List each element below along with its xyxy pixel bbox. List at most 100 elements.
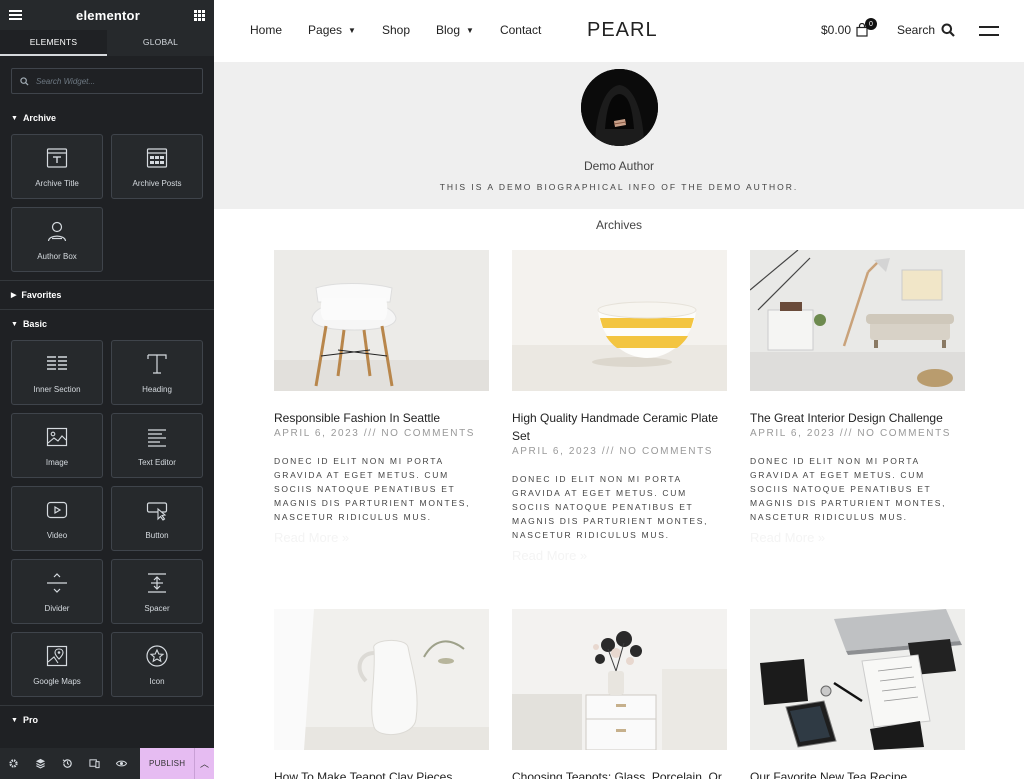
widget-archive-title[interactable]: Archive Title (11, 134, 103, 199)
widget-inner-section[interactable]: Inner Section (11, 340, 103, 405)
responsive-icon (89, 759, 100, 769)
category-label: Basic (22, 319, 47, 329)
widget-label: Spacer (144, 603, 170, 613)
navigator-button[interactable] (27, 748, 54, 779)
post-meta: APRIL 6, 2023 /// NO COMMENTS (750, 428, 952, 439)
tab-elements[interactable]: ELEMENTS (0, 30, 107, 56)
cart-total: $0.00 (821, 23, 852, 37)
post-thumbnail[interactable] (274, 250, 489, 391)
widget-spacer[interactable]: Spacer (111, 559, 203, 624)
desk-flatlay-image (750, 609, 965, 750)
nav-label: Pages (308, 23, 343, 37)
widgets-grid-icon[interactable] (194, 9, 205, 21)
category-archive[interactable]: ▼ Archive (0, 104, 214, 132)
post-title[interactable]: Choosing Teapots: Glass, Porcelain, Or (512, 768, 727, 779)
hamburger-menu-icon[interactable] (979, 26, 999, 36)
chevron-up-icon[interactable]: ︿ (194, 748, 214, 779)
nav-item-blog[interactable]: Blog ▼ (436, 23, 474, 37)
widget-divider[interactable]: Divider (11, 559, 103, 624)
search-label: Search (897, 23, 936, 37)
panel-footer: PUBLISH ︿ (0, 748, 214, 779)
author-banner: Demo Author THIS IS A DEMO BIOGRAPHICAL … (214, 62, 1024, 209)
widget-text-editor[interactable]: Text Editor (111, 413, 203, 478)
settings-button[interactable] (0, 748, 27, 779)
post-card: Choosing Teapots: Glass, Porcelain, Or (512, 609, 727, 779)
widget-label: Author Box (37, 251, 77, 261)
widget-button[interactable]: Button (111, 486, 203, 551)
tab-global[interactable]: GLOBAL (107, 30, 214, 56)
post-thumbnail[interactable] (750, 250, 965, 391)
widget-icon[interactable]: Icon (111, 632, 203, 697)
nav-item-pages[interactable]: Pages ▼ (308, 23, 356, 37)
post-thumbnail[interactable] (274, 609, 489, 750)
post-title[interactable]: Our Favorite New Tea Recipe (750, 768, 965, 779)
site-search-button[interactable]: Search (897, 23, 955, 37)
flowers-nightstand-image (512, 609, 727, 750)
widget-label: Heading (142, 384, 172, 394)
post-excerpt: DONEC ID ELIT NON MI PORTA GRAVIDA AT EG… (512, 474, 709, 540)
post-card: How To Make Teapot Clay Pieces (274, 609, 489, 779)
preview-button[interactable] (108, 748, 135, 779)
post-title[interactable]: How To Make Teapot Clay Pieces (274, 768, 489, 779)
site-logo[interactable]: PEARL (587, 19, 658, 42)
inner-section-icon (47, 355, 67, 370)
nav-item-shop[interactable]: Shop (382, 23, 410, 37)
category-favorites[interactable]: ▶ Favorites (0, 281, 214, 309)
author-bio: THIS IS A DEMO BIOGRAPHICAL INFO OF THE … (439, 182, 799, 192)
widget-archive-posts[interactable]: Archive Posts (111, 134, 203, 199)
post-meta: APRIL 6, 2023 /// NO COMMENTS (274, 428, 476, 439)
post-title[interactable]: Responsible Fashion In Seattle (274, 409, 489, 427)
nav-label: Shop (381, 23, 410, 37)
menu-icon[interactable] (9, 10, 22, 20)
post-thumbnail[interactable] (512, 250, 727, 391)
category-pro[interactable]: ▼ Pro (0, 706, 214, 734)
post-thumbnail[interactable] (750, 609, 965, 750)
archive-posts-icon (146, 147, 168, 168)
elementor-panel: elementor ELEMENTS GLOBAL ▼ Archive Archi… (0, 0, 214, 779)
heading-icon (147, 353, 167, 374)
post-title[interactable]: High Quality Handmade Ceramic Plate Set (512, 409, 727, 445)
category-basic[interactable]: ▼ Basic (0, 310, 214, 338)
nav-label: Home (250, 23, 283, 37)
nav-item-home[interactable]: Home (250, 23, 282, 37)
author-avatar (581, 69, 658, 146)
read-more-link[interactable]: Read More » (274, 530, 489, 545)
history-button[interactable] (54, 748, 81, 779)
widget-label: Video (46, 530, 68, 540)
responsive-mode-button[interactable] (81, 748, 108, 779)
cart-button[interactable]: $0.00 0 (821, 18, 877, 37)
cart-count-badge: 0 (865, 18, 877, 30)
ceramic-bowl-image (512, 250, 727, 391)
star-icon (146, 644, 168, 667)
widget-author-box[interactable]: Author Box (11, 207, 103, 272)
search-icon (941, 23, 955, 37)
post-card: The Great Interior Design Challenge APRI… (750, 250, 965, 545)
history-icon (62, 759, 72, 768)
panel-header: elementor (0, 0, 214, 30)
search-wrap (0, 56, 214, 104)
nav-item-contact[interactable]: Contact (500, 23, 541, 37)
search-widget-input[interactable] (36, 76, 186, 86)
widget-label: Icon (149, 676, 165, 686)
spacer-icon (148, 572, 166, 593)
panel-tabs: ELEMENTS GLOBAL (0, 30, 214, 56)
post-thumbnail[interactable] (512, 609, 727, 750)
interior-living-room-image (750, 250, 965, 391)
archives-title: Archives (595, 218, 642, 232)
button-icon (146, 501, 168, 521)
read-more-link[interactable]: Read More » (750, 530, 965, 545)
post-title[interactable]: The Great Interior Design Challenge (750, 409, 965, 427)
read-more-link[interactable]: Read More » (512, 548, 727, 563)
text-editor-icon (148, 428, 166, 447)
widget-label: Google Maps (33, 676, 81, 686)
widget-google-maps[interactable]: Google Maps (11, 632, 103, 697)
publish-button[interactable]: PUBLISH ︿ (140, 748, 214, 779)
search-icon (20, 76, 29, 86)
widget-heading[interactable]: Heading (111, 340, 203, 405)
widget-label: Archive Posts (132, 178, 182, 188)
post-card: Responsible Fashion In Seattle APRIL 6, … (274, 250, 489, 545)
widget-image[interactable]: Image (11, 413, 103, 478)
widget-video[interactable]: Video (11, 486, 103, 551)
caret-right-icon: ▶ (11, 292, 17, 299)
layers-icon (35, 758, 46, 769)
